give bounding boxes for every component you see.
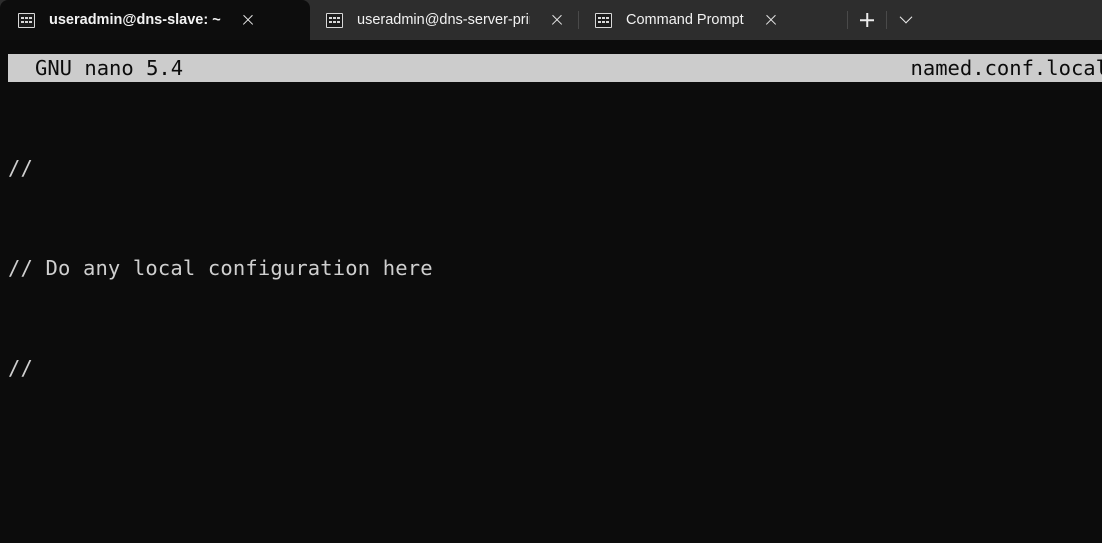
tab-title: useradmin@dns-server-primar xyxy=(357,12,530,28)
terminal-window: useradmin@dns-slave: ~ useradmin@dns-ser… xyxy=(0,0,1102,543)
close-icon[interactable] xyxy=(231,3,265,37)
terminal-icon xyxy=(595,12,612,28)
nano-filename-label: named.conf.local xyxy=(910,56,1102,80)
terminal-icon xyxy=(18,12,35,28)
chevron-down-icon[interactable] xyxy=(887,0,925,40)
close-icon[interactable] xyxy=(754,3,788,37)
editor-line: // Do any local configuration here xyxy=(8,256,433,280)
nano-title-bar: GNU nano 5.4 named.conf.local xyxy=(8,54,1102,82)
terminal-icon xyxy=(326,12,343,28)
tab-title: Command Prompt xyxy=(626,12,744,28)
editor-line: // xyxy=(8,355,33,380)
nano-version-label: GNU nano 5.4 xyxy=(35,56,184,80)
close-icon[interactable] xyxy=(540,3,574,37)
tab-strip: useradmin@dns-slave: ~ useradmin@dns-ser… xyxy=(0,0,1102,40)
tab-title: useradmin@dns-slave: ~ xyxy=(49,12,221,28)
terminal-viewport[interactable]: GNU nano 5.4 named.conf.local // // Do a… xyxy=(0,40,1102,543)
editor-line: // xyxy=(8,156,33,181)
nano-editor-buffer[interactable]: // // Do any local configuration here //… xyxy=(8,86,1102,543)
tab-command-prompt[interactable]: Command Prompt xyxy=(579,0,847,40)
tab-useradmin-dns-server-primary[interactable]: useradmin@dns-server-primar xyxy=(310,0,578,40)
plus-icon[interactable] xyxy=(848,0,886,40)
tab-useradmin-dns-slave[interactable]: useradmin@dns-slave: ~ xyxy=(0,0,310,40)
